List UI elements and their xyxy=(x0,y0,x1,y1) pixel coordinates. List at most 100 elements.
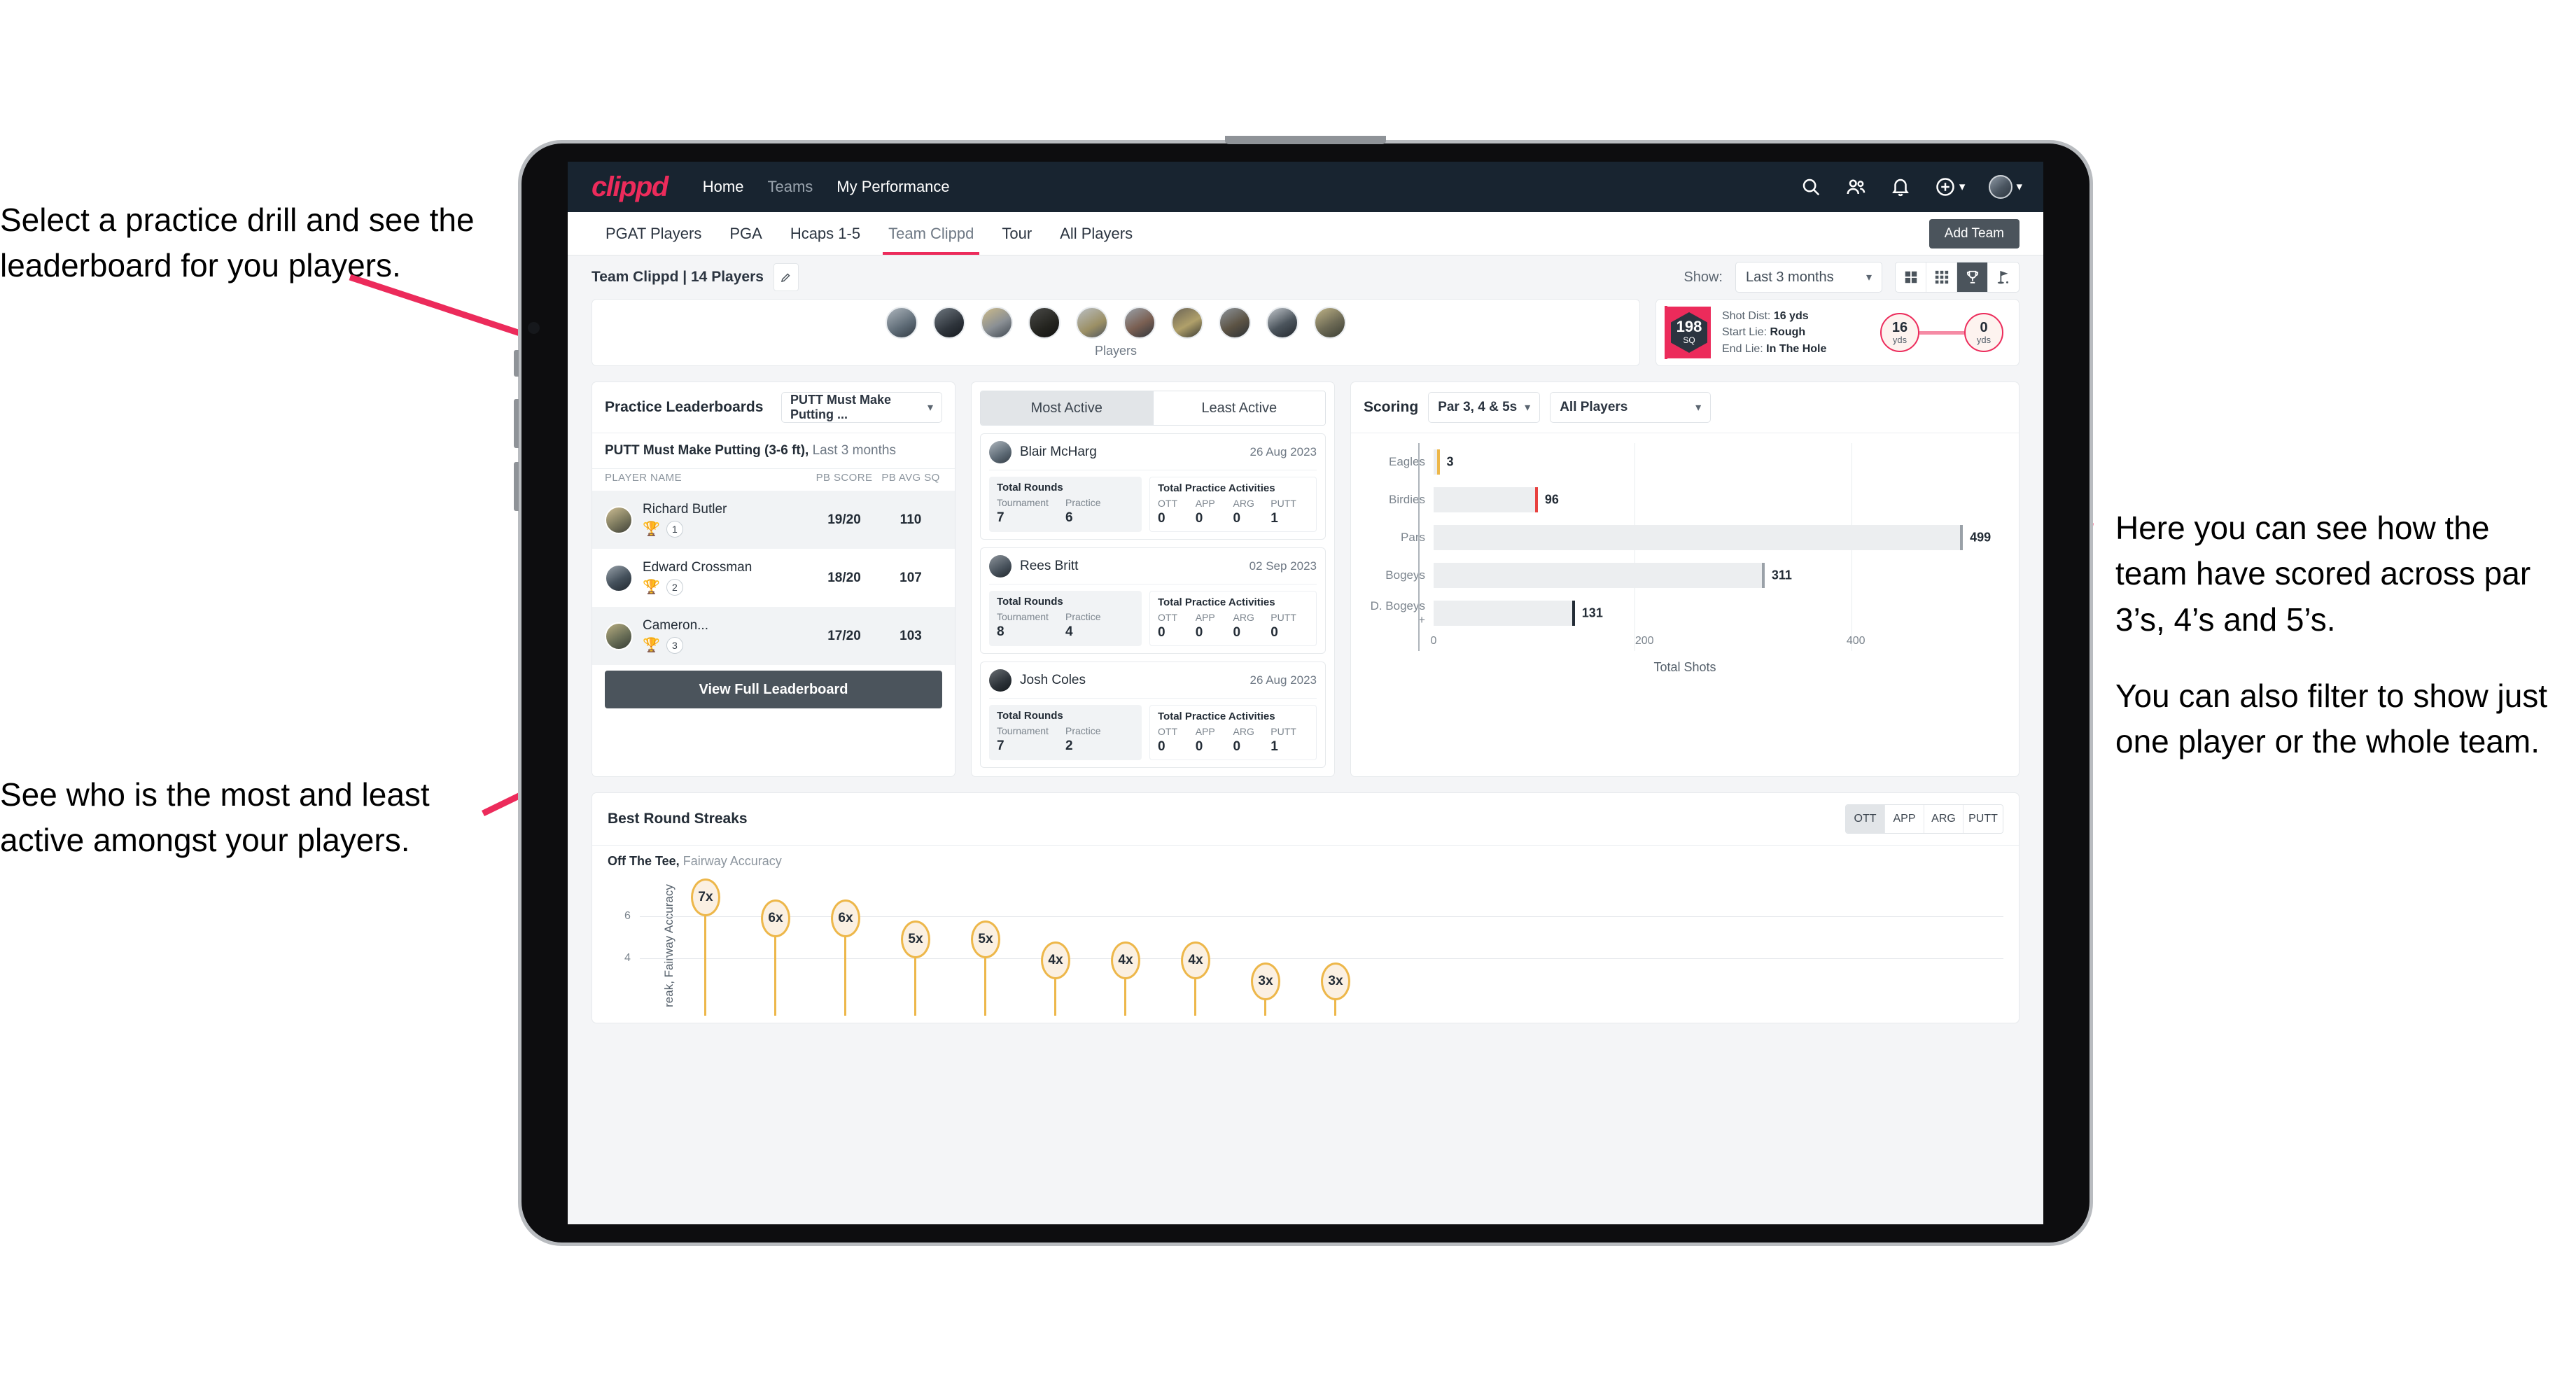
avatar[interactable] xyxy=(1028,307,1060,339)
avatar[interactable] xyxy=(1266,307,1298,339)
avatar[interactable] xyxy=(1124,307,1156,339)
bell-icon[interactable] xyxy=(1890,176,1911,197)
list-item[interactable]: Josh Coles 26 Aug 2023 Total Rounds Tour… xyxy=(980,662,1326,768)
table-row[interactable]: Richard Butler 🏆 1 19/20 110 xyxy=(592,491,955,549)
streak-marker[interactable]: 3x xyxy=(1321,962,1350,1000)
act-putt-label: PUTT xyxy=(1270,726,1296,737)
tab-hcaps-1-5[interactable]: Hcaps 1-5 xyxy=(776,212,874,255)
act-app-label: APP xyxy=(1195,726,1215,737)
streak-marker[interactable]: 6x xyxy=(761,899,790,937)
avatar[interactable] xyxy=(1171,307,1203,339)
volume-down-button[interactable] xyxy=(514,462,519,511)
start-lie-value: Rough xyxy=(1770,326,1806,339)
list-item[interactable]: Blair McHarg 26 Aug 2023 Total Rounds To… xyxy=(980,433,1326,540)
team-tabbar: PGAT Players PGA Hcaps 1-5 Team Clippd T… xyxy=(568,212,2043,255)
trophy-icon[interactable] xyxy=(1957,262,1988,292)
avatar[interactable] xyxy=(981,307,1013,339)
main-nav: Home Teams My Performance xyxy=(703,178,950,196)
golf-flag-icon[interactable] xyxy=(1988,262,2019,292)
rounds-practice-label: Practice xyxy=(1065,497,1101,508)
bar-value: 131 xyxy=(1581,606,1603,620)
stem xyxy=(984,958,986,1016)
tab-most-active[interactable]: Most Active xyxy=(981,391,1154,425)
streak-marker[interactable]: 3x xyxy=(1251,962,1280,1000)
table-row[interactable]: Cameron... 🏆 3 17/20 103 xyxy=(592,607,955,665)
streak-marker[interactable]: 6x xyxy=(831,899,860,937)
chevron-down-icon: ▾ xyxy=(1959,180,1966,193)
segment-app[interactable]: APP xyxy=(1885,805,1924,833)
volume-up-button[interactable] xyxy=(514,399,519,448)
streaks-subtitle: Off The Tee, Fairway Accuracy xyxy=(592,846,2019,869)
middle-row: Practice Leaderboards PUTT Must Make Put… xyxy=(592,382,2019,777)
scoring-card: Scoring Par 3, 4 & 5s ▾ All Players ▾ Ea… xyxy=(1350,382,2019,777)
player-filter-value: All Players xyxy=(1560,400,1628,414)
annotation-text: See who is the most and least active amo… xyxy=(0,776,430,859)
total-rounds-values: Tournament 8 Practice 4 xyxy=(997,611,1134,640)
streak-marker[interactable]: 5x xyxy=(901,920,930,958)
player-filter-select[interactable]: All Players ▾ xyxy=(1550,392,1712,423)
streak-marker[interactable]: 7x xyxy=(691,878,720,916)
avatar[interactable] xyxy=(933,307,965,339)
avatar[interactable] xyxy=(1076,307,1108,339)
tab-all-players[interactable]: All Players xyxy=(1046,212,1147,255)
account-menu[interactable]: ▾ xyxy=(1989,175,2022,199)
avatar[interactable] xyxy=(1314,307,1346,339)
people-icon[interactable] xyxy=(1845,176,1866,197)
add-team-button[interactable]: Add Team xyxy=(1928,219,2019,248)
avatar xyxy=(989,669,1011,692)
distance-connector xyxy=(1919,330,1964,335)
activity-item-body: Total Rounds Tournament 7 Practice 6 Total… xyxy=(989,470,1317,532)
act-app: APP 0 xyxy=(1196,726,1233,755)
clippd-logo[interactable]: clippd xyxy=(592,172,668,203)
plus-circle-icon[interactable] xyxy=(1935,176,1956,197)
search-icon[interactable] xyxy=(1800,176,1821,197)
tab-least-active[interactable]: Least Active xyxy=(1153,391,1325,425)
streak-marker[interactable]: 4x xyxy=(1181,941,1210,979)
activity-date: 26 Aug 2023 xyxy=(1250,445,1317,458)
tab-team-clippd[interactable]: Team Clippd xyxy=(874,212,988,255)
grid-3x3-icon[interactable] xyxy=(1926,262,1957,292)
end-lie-value: In The Hole xyxy=(1766,342,1827,355)
edit-team-button[interactable] xyxy=(773,263,799,291)
period-select[interactable]: Last 3 months ▾ xyxy=(1735,262,1882,293)
segment-putt[interactable]: PUTT xyxy=(1963,805,2003,833)
grid-2x2-icon[interactable] xyxy=(1896,262,1926,292)
practice-activities-box: Total Practice Activities OTT 0 APP 0 ARG 0… xyxy=(1149,591,1317,646)
tab-tour[interactable]: Tour xyxy=(988,212,1046,255)
segment-arg[interactable]: ARG xyxy=(1924,805,1963,833)
streak-marker[interactable]: 4x xyxy=(1041,941,1070,979)
drill-select[interactable]: PUTT Must Make Putting ... ▾ xyxy=(781,392,942,423)
add-menu[interactable]: ▾ xyxy=(1935,176,1966,197)
act-app-value: 0 xyxy=(1195,739,1203,754)
streak-marker[interactable]: 4x xyxy=(1111,941,1140,979)
segment-ott[interactable]: OTT xyxy=(1846,805,1885,833)
tab-pga[interactable]: PGA xyxy=(715,212,776,255)
power-button[interactable] xyxy=(514,350,519,377)
table-row[interactable]: Edward Crossman 🏆 2 18/20 107 xyxy=(592,549,955,607)
chevron-down-icon: ▾ xyxy=(927,402,933,414)
rounds-tournament-value: 7 xyxy=(997,510,1004,525)
front-camera-icon xyxy=(528,322,540,334)
total-rounds-box: Total Rounds Tournament 7 Practice 6 xyxy=(989,477,1142,532)
stem xyxy=(1054,979,1056,1016)
bar-label: Eagles xyxy=(1389,455,1425,468)
avatar[interactable] xyxy=(1219,307,1251,339)
column-pb-score: PB SCORE xyxy=(816,472,873,484)
par-select[interactable]: Par 3, 4 & 5s ▾ xyxy=(1428,392,1541,423)
bar-label: D. Bogeys + xyxy=(1370,599,1425,626)
bar-fill xyxy=(1434,601,1572,626)
streak-marker[interactable]: 5x xyxy=(971,920,1000,958)
avatar[interactable] xyxy=(886,307,918,339)
nav-item-teams[interactable]: Teams xyxy=(767,178,813,196)
tab-pgat-players[interactable]: PGAT Players xyxy=(592,212,715,255)
shot-dist-line: Shot Dist: 16 yds xyxy=(1722,308,1826,324)
list-item[interactable]: Rees Britt 02 Sep 2023 Total Rounds Tour… xyxy=(980,547,1326,654)
practice-activities-title: Total Practice Activities xyxy=(1158,596,1275,608)
hexagon-icon: 198 SQ xyxy=(1671,312,1707,353)
nav-item-my-performance[interactable]: My Performance xyxy=(836,178,949,196)
avatar[interactable] xyxy=(1989,175,2013,199)
view-full-leaderboard-button[interactable]: View Full Leaderboard xyxy=(605,671,942,708)
nav-item-home[interactable]: Home xyxy=(703,178,744,196)
leaderboard-player: Richard Butler 🏆 1 xyxy=(643,502,809,538)
act-arg-value: 0 xyxy=(1233,511,1241,526)
